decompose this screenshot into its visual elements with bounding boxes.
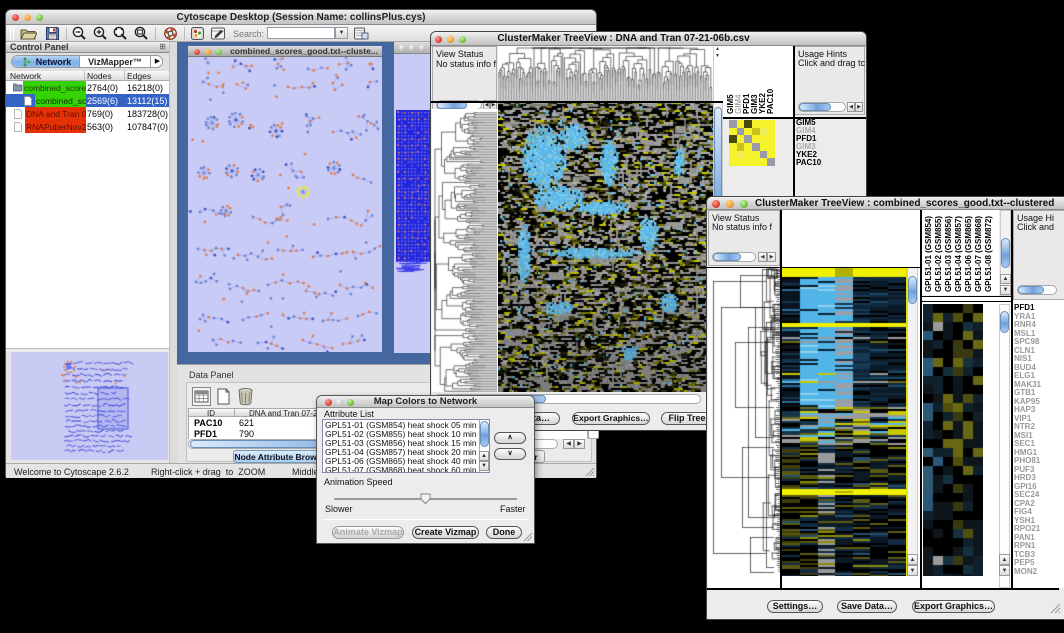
svg-text:GPL51-01 (GSM854): GPL51-01 (GSM854)	[924, 216, 933, 292]
svg-text:GPL51-08 (GSM872): GPL51-08 (GSM872)	[984, 216, 993, 292]
svg-text:GPL51-04 (GSM857): GPL51-04 (GSM857)	[954, 216, 963, 292]
svg-text:GPL51-07 (GSM868): GPL51-07 (GSM868)	[974, 216, 983, 292]
svg-text:GPL51-06 (GSM865): GPL51-06 (GSM865)	[964, 216, 973, 292]
svg-text:GPL51-03 (GSM856): GPL51-03 (GSM856)	[944, 216, 953, 292]
svg-text:GPL51-02 (GSM855): GPL51-02 (GSM855)	[934, 216, 943, 292]
svg-text:PAC10: PAC10	[766, 88, 775, 114]
